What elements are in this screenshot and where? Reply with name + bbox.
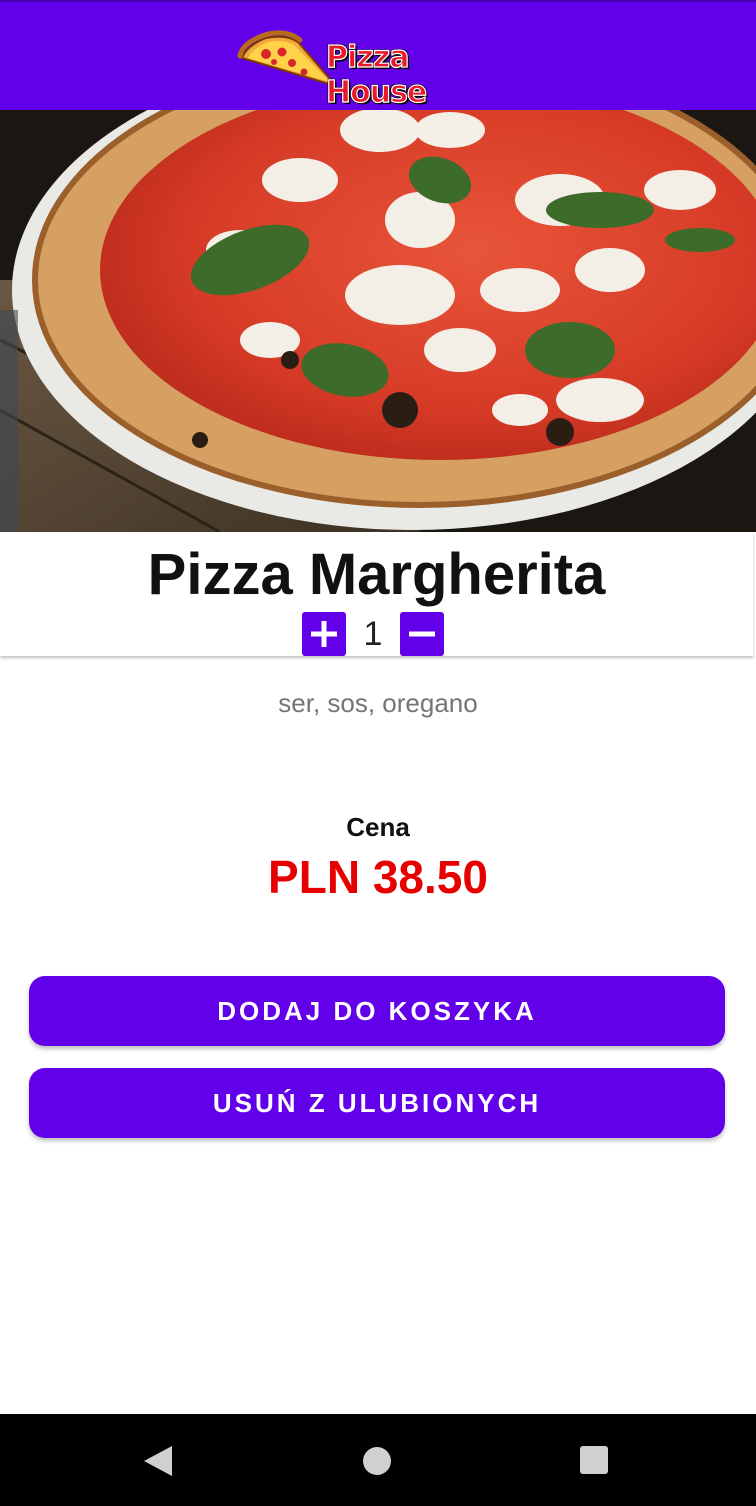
home-circle-icon[interactable] [362,1446,392,1476]
plus-icon [311,621,337,647]
app-logo: Pizza House [236,30,518,111]
decrement-button[interactable] [400,612,444,656]
quantity-stepper: 1 [302,612,444,656]
price-label: Cena [346,812,410,842]
product-ingredients: ser, sos, oregano [278,688,478,718]
app-brand-name: Pizza House [325,39,427,110]
price-value: PLN 38.50 [268,851,488,903]
minus-icon [409,631,435,637]
back-triangle-icon[interactable] [142,1444,174,1478]
increment-button[interactable] [302,612,346,656]
product-card: Pizza Margherita 1 [0,532,753,656]
pizza-hero-image [0,110,756,532]
add-to-cart-button[interactable]: DODAJ DO KOSZYKA [29,976,725,1046]
product-title: Pizza Margherita [147,542,606,607]
quantity-value: 1 [363,615,383,653]
app-bar: Pizza House [0,0,756,111]
system-nav-bar [0,1414,756,1506]
pizza-slice-icon [237,30,336,88]
recents-square-icon[interactable] [579,1445,609,1475]
remove-from-favorites-button[interactable]: USUŃ Z ULUBIONYCH [29,1068,725,1138]
